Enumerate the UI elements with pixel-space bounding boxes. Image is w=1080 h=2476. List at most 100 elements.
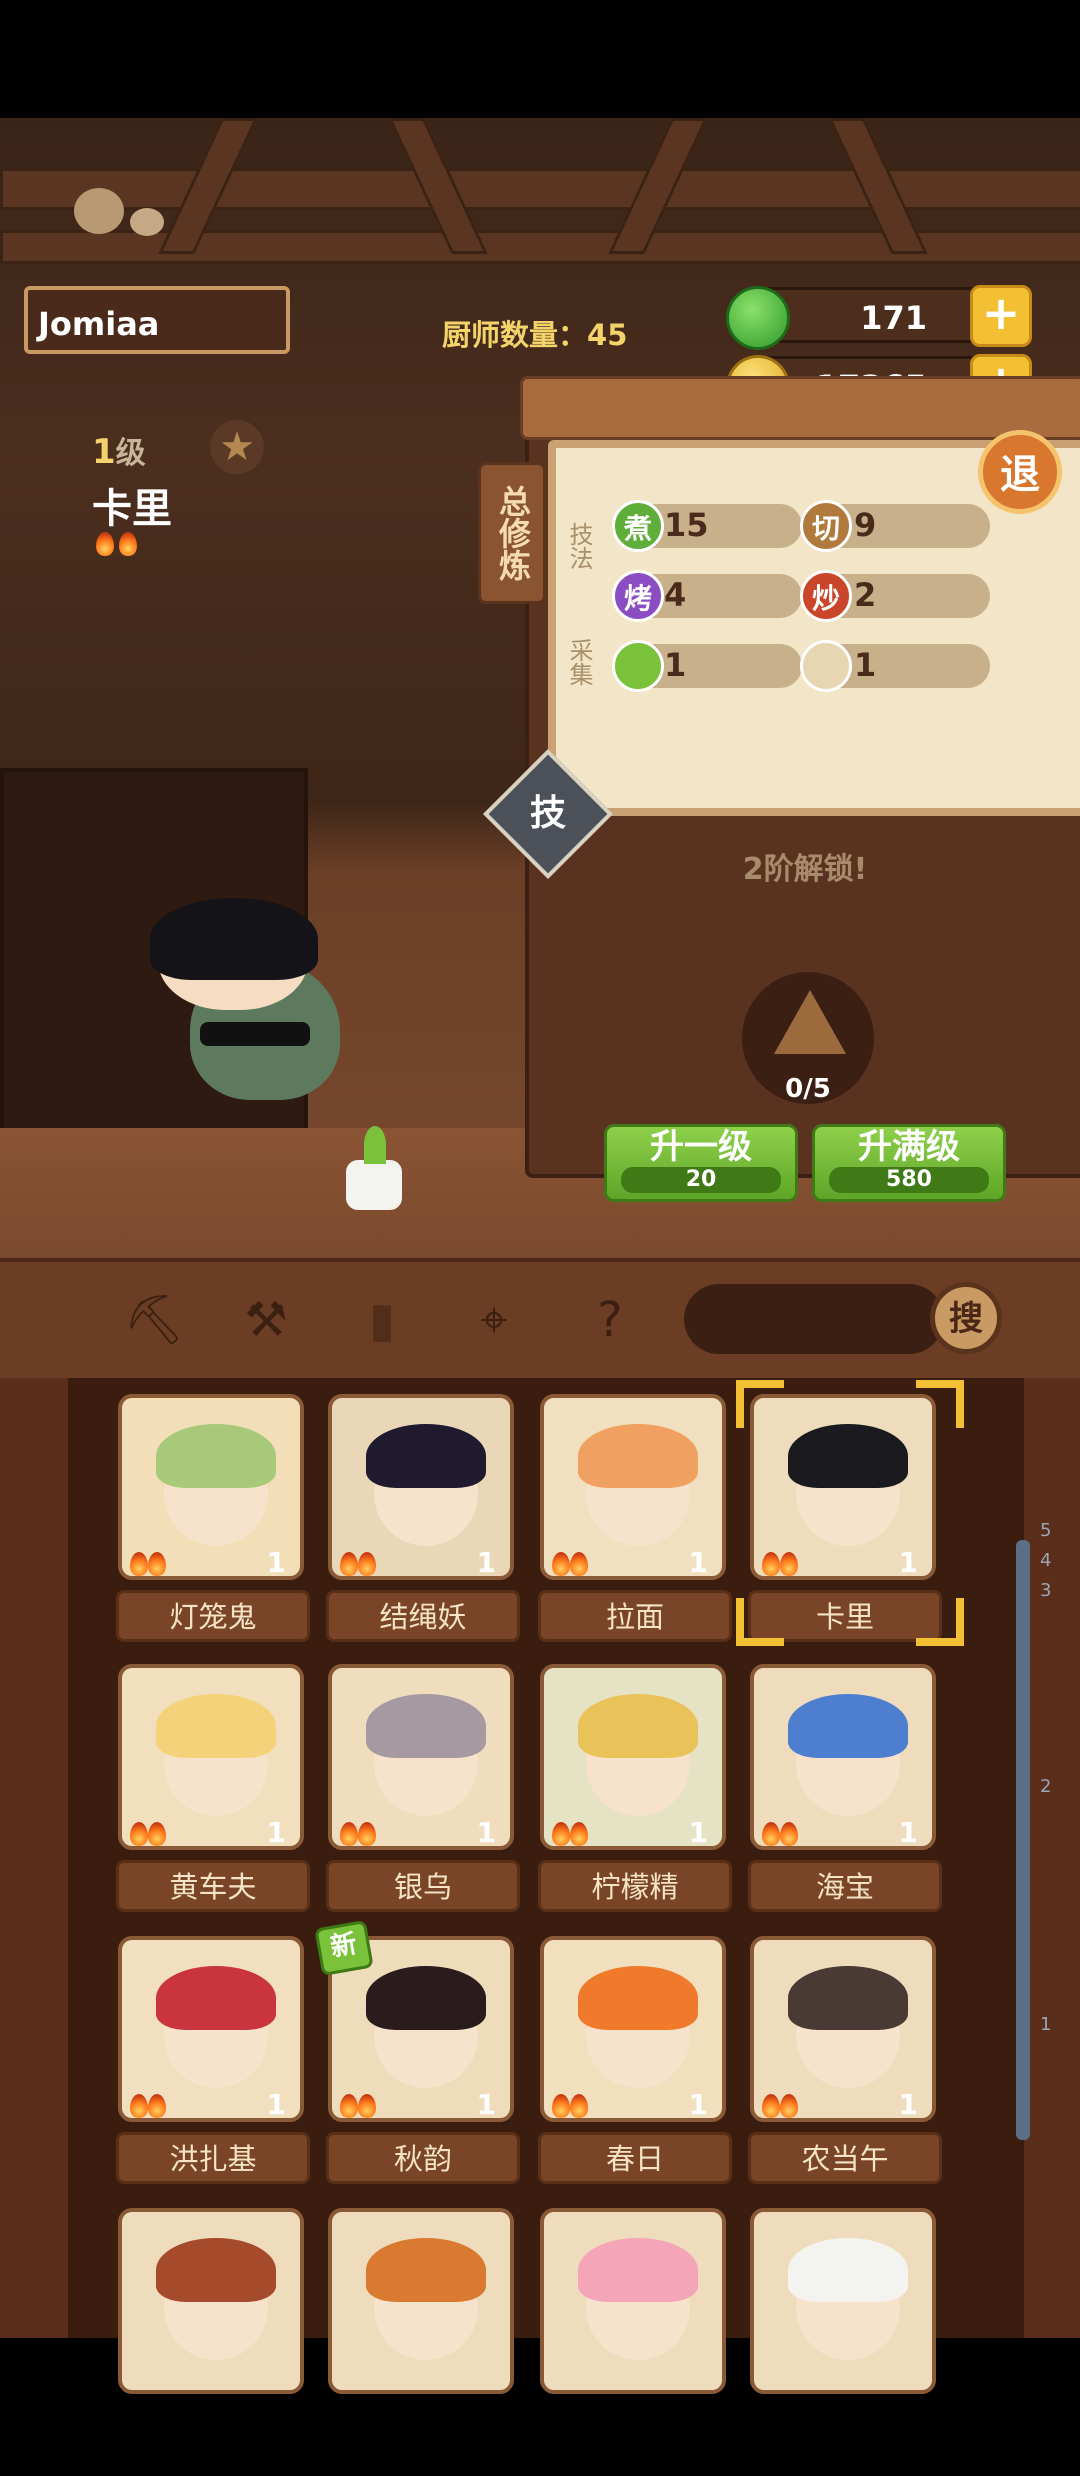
chef-card-name: 银乌 <box>326 1860 520 1912</box>
chef-rarity <box>552 1822 588 1846</box>
new-badge: 新 <box>314 1919 374 1977</box>
chef-rarity <box>130 2094 166 2118</box>
chef-hair <box>578 1424 698 1488</box>
chef-portrait: 1 <box>540 1394 726 1580</box>
chef-rarity <box>552 2094 588 2118</box>
exit-button[interactable]: 退 <box>978 430 1062 514</box>
chef-card[interactable]: 1 秋韵 <box>326 1936 520 2204</box>
chef-rarity <box>762 2094 798 2118</box>
chef-card[interactable] <box>118 2208 308 2476</box>
chef-card[interactable]: 1 灯笼鬼 <box>116 1394 310 1662</box>
flame-icon <box>762 1552 780 1576</box>
chef-card[interactable]: 1 春日 <box>538 1936 732 2204</box>
upgrade-max-button[interactable]: 升满级 580 <box>812 1124 1006 1202</box>
grain-icon <box>800 640 852 692</box>
flame-icon <box>148 2094 166 2118</box>
chef-card-name: 秋韵 <box>326 2132 520 2184</box>
flame-icon <box>762 1822 780 1846</box>
ruler-number: 2 <box>1040 1776 1052 1797</box>
upgrade-one-button[interactable]: 升一级 20 <box>604 1124 798 1202</box>
star-icon[interactable]: ★ <box>210 420 264 474</box>
chef-card[interactable]: 1 洪扎基 <box>116 1936 310 2204</box>
chef-card-name: 春日 <box>538 2132 732 2184</box>
chef-rarity <box>130 1822 166 1846</box>
chef-hair <box>788 1694 908 1758</box>
flame-icon <box>148 1822 166 1846</box>
jade-icon <box>726 286 790 350</box>
chef-hair <box>578 2238 698 2302</box>
chef-card[interactable] <box>328 2208 518 2476</box>
skill-cut-icon: 切 <box>800 500 852 552</box>
ruler-number: 3 <box>1040 1580 1052 1601</box>
player-name[interactable]: Jomiaa <box>24 286 290 354</box>
chef-card[interactable]: 1 海宝 <box>748 1664 942 1932</box>
flame-icon <box>358 1822 376 1846</box>
pickaxe-icon[interactable]: ⚒ <box>234 1288 298 1352</box>
selection-corner <box>736 1598 784 1646</box>
chef-card[interactable]: 1 结绳妖 <box>326 1394 520 1662</box>
shovel-icon[interactable]: ⛏ <box>122 1288 186 1352</box>
ruler-number: 4 <box>1040 1550 1052 1571</box>
chef-card-name: 海宝 <box>748 1860 942 1912</box>
flame-icon <box>570 2094 588 2118</box>
chef-card[interactable]: 1 银乌 <box>326 1664 520 1932</box>
chef-count-value: 45 <box>587 318 628 352</box>
scroll-top-bar <box>520 376 1080 440</box>
list-scrollbar[interactable] <box>1016 1540 1030 2140</box>
chef-portrait <box>328 2208 514 2394</box>
chef-hair <box>366 1966 486 2030</box>
chef-card[interactable]: 1 农当午 <box>748 1936 942 2204</box>
flame-icon <box>340 1552 358 1576</box>
flame-icon <box>130 1822 148 1846</box>
chef-hair <box>156 1424 276 1488</box>
chef-hair <box>366 1424 486 1488</box>
total-training-tab[interactable]: 总修炼 <box>478 462 546 604</box>
chef-card[interactable] <box>540 2208 730 2476</box>
chef-card-level: 1 <box>688 2088 708 2121</box>
chef-hair <box>150 898 318 980</box>
chef-card-name: 灯笼鬼 <box>116 1590 310 1642</box>
flame-icon <box>130 1552 148 1576</box>
skill-roast-value: 4 <box>664 576 687 614</box>
skill-boil-icon: 煮 <box>612 500 664 552</box>
search-input[interactable] <box>684 1284 944 1354</box>
chef-rarity <box>340 2094 376 2118</box>
upgrade-one-label: 升一级 <box>650 1127 752 1167</box>
chef-portrait: 1 <box>540 1936 726 2122</box>
chef-name: 卡里 <box>92 486 172 532</box>
search-button[interactable]: 搜 <box>930 1282 1002 1354</box>
onigiri-icon <box>774 990 846 1054</box>
chef-portrait: 1 <box>118 1936 304 2122</box>
flame-icon <box>552 1822 570 1846</box>
chef-portrait <box>540 2208 726 2394</box>
selection-corner <box>916 1380 964 1428</box>
flame-icon <box>780 1552 798 1576</box>
add-jade-button[interactable]: + <box>970 285 1032 347</box>
chef-card[interactable] <box>750 2208 940 2476</box>
bird-decoration <box>130 208 164 236</box>
skill-stirfry-value: 2 <box>854 576 877 614</box>
bird-decoration <box>74 188 124 234</box>
sunglasses <box>200 1022 310 1046</box>
chef-hair <box>366 2238 486 2302</box>
chef-hair <box>578 1966 698 2030</box>
flame-icon <box>780 1822 798 1846</box>
jar-icon[interactable]: ▮ <box>350 1288 414 1352</box>
chef-hair <box>788 1966 908 2030</box>
location-icon[interactable]: ⌖ <box>462 1288 526 1352</box>
chef-rarity <box>552 1552 588 1576</box>
chef-rarity <box>96 532 138 560</box>
vegetable-icon <box>612 640 664 692</box>
chef-card[interactable]: 1 柠檬精 <box>538 1664 732 1932</box>
chef-card[interactable]: 1 黄车夫 <box>116 1664 310 1932</box>
flame-icon <box>552 1552 570 1576</box>
chef-hair <box>788 2238 908 2302</box>
map-question-icon[interactable]: ? <box>578 1288 642 1352</box>
flame-icon <box>96 532 114 556</box>
chef-rarity <box>130 1552 166 1576</box>
chef-card[interactable]: 1 拉面 <box>538 1394 732 1662</box>
right-rail <box>1024 1378 1080 2338</box>
chef-rarity <box>340 1552 376 1576</box>
chef-card-level: 1 <box>476 2088 496 2121</box>
skill-boil-value: 15 <box>664 506 709 544</box>
